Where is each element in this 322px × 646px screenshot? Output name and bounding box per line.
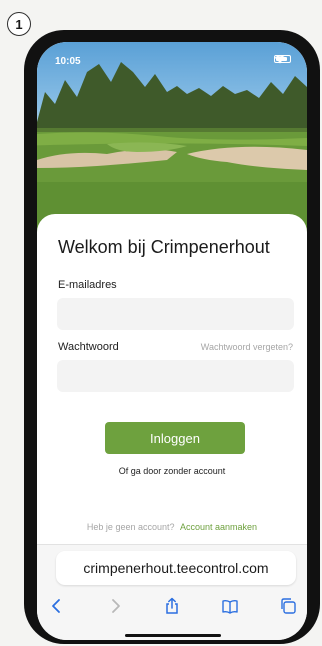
login-button[interactable]: Inloggen (105, 422, 245, 454)
share-button[interactable] (157, 591, 187, 621)
step-number-badge: 1 (7, 12, 31, 36)
no-account-text: Heb je geen account? (86, 522, 175, 532)
email-field[interactable] (57, 298, 294, 330)
phone-screen: 10:05 Welkom bij Crimpenerhout E-mailadr… (37, 42, 307, 640)
create-account-link[interactable]: Account aanmaken (180, 522, 257, 532)
status-icons (274, 55, 291, 64)
back-icon (52, 599, 60, 613)
tabs-button[interactable] (273, 591, 303, 621)
battery-icon (274, 55, 291, 63)
password-label: Wachtwoord (58, 341, 119, 353)
back-button[interactable] (42, 591, 72, 621)
browser-toolbar: crimpenerhout.teecontrol.com (37, 544, 307, 640)
forgot-password-link[interactable]: Wachtwoord vergeten? (201, 342, 293, 352)
status-time: 10:05 (55, 56, 81, 67)
address-bar[interactable]: crimpenerhout.teecontrol.com (56, 551, 296, 585)
email-label: E-mailadres (58, 279, 117, 291)
forward-icon (112, 599, 120, 613)
phone-frame: 10:05 Welkom bij Crimpenerhout E-mailadr… (24, 30, 320, 644)
golf-course-photo: 10:05 (37, 42, 307, 232)
signup-row: Heb je geen account? Account aanmaken (37, 522, 307, 532)
tabs-icon (281, 598, 296, 614)
bookmarks-button[interactable] (215, 591, 245, 621)
continue-without-account-link[interactable]: Of ga door zonder account (37, 466, 307, 476)
page-title: Welkom bij Crimpenerhout (58, 237, 270, 257)
status-bar: 10:05 (37, 42, 307, 76)
share-icon (166, 597, 178, 614)
password-field[interactable] (57, 360, 294, 392)
forward-button[interactable] (100, 591, 130, 621)
home-indicator (125, 634, 221, 637)
login-card: Welkom bij Crimpenerhout E-mailadres Wac… (37, 214, 307, 544)
bookmarks-icon (222, 599, 238, 614)
